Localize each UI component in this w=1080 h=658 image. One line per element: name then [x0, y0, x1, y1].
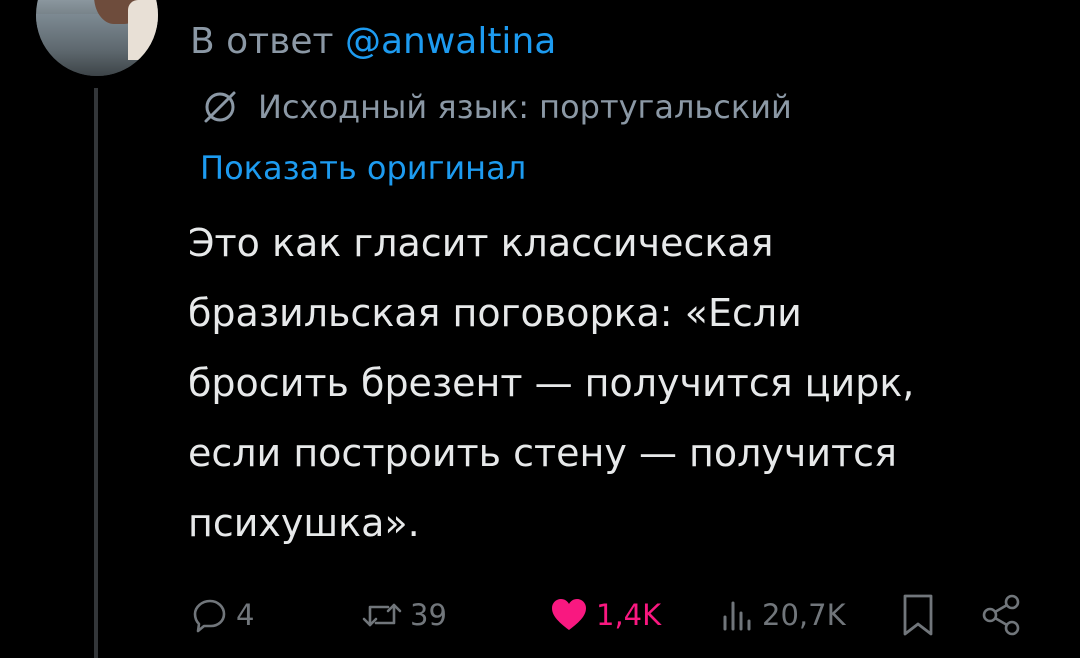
avatar-shirt [128, 0, 158, 60]
like-button[interactable]: 1,4K [548, 590, 661, 640]
translate-icon [200, 87, 240, 127]
views-count: 20,7K [762, 598, 846, 632]
share-button[interactable] [980, 590, 1024, 640]
views-icon [720, 595, 756, 635]
reply-button[interactable]: 4 [190, 590, 254, 640]
show-original-link[interactable]: Показать оригинал [200, 148, 526, 188]
tweet-text: Это как гласит классическая бразильская … [188, 221, 915, 545]
avatar[interactable] [36, 0, 158, 76]
share-icon [980, 593, 1024, 637]
retweet-icon [360, 595, 404, 635]
like-count: 1,4K [596, 598, 662, 632]
reply-icon [190, 595, 230, 635]
bookmark-icon [898, 592, 938, 638]
retweet-button[interactable]: 39 [360, 590, 447, 640]
reply-to-line: В ответ @anwaltina [190, 20, 556, 64]
heart-icon [548, 595, 590, 635]
action-bar: 4 39 1,4K 20,7K [190, 590, 1030, 640]
thread-line [94, 88, 98, 658]
reply-count: 4 [236, 598, 255, 632]
retweet-count: 39 [410, 598, 447, 632]
reply-prefix: В ответ [190, 21, 334, 62]
reply-handle-link[interactable]: @anwaltina [345, 21, 556, 62]
translation-note-text: Исходный язык: португальский [258, 88, 792, 126]
bookmark-button[interactable] [898, 590, 938, 640]
views-button[interactable]: 20,7K [720, 590, 846, 640]
translation-note: Исходный язык: португальский [200, 87, 792, 127]
